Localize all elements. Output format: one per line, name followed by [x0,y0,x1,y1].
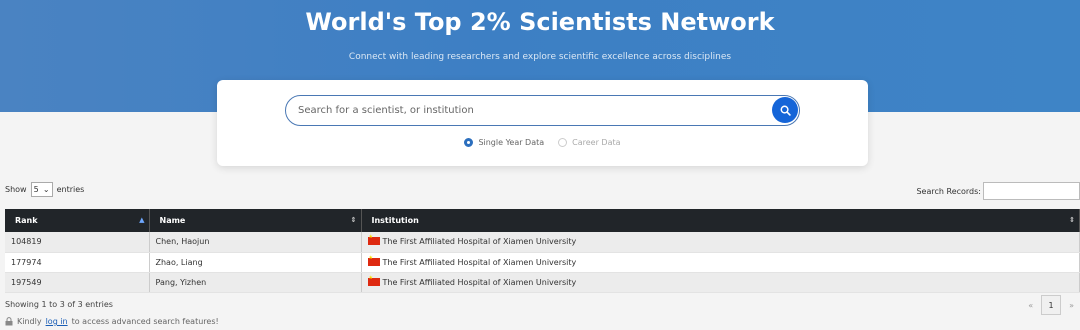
radio-single-year-label: Single Year Data [478,138,545,147]
login-link[interactable]: log in [46,317,68,326]
entries-select[interactable]: 5 ⌄ [30,182,53,197]
radio-single-year[interactable]: Single Year Data [464,138,544,147]
login-notice: Kindly log in to access advanced search … [5,317,219,326]
china-flag-icon [367,275,380,286]
table-row[interactable]: 177974 Zhao, Liang The First Affiliated … [5,252,1080,273]
institution-label: The First Affiliated Hospital of Xiamen … [382,277,577,287]
data-type-options: Single Year Data Career Data [217,138,868,147]
cell-rank: 197549 [5,272,150,293]
china-flag-icon [367,234,380,246]
entries-label: entries [56,185,85,194]
search-records: Search Records: [916,182,1080,200]
login-prefix: Kindly [17,317,42,326]
institution-label: The First Affiliated Hospital of Xiamen … [382,237,577,247]
search-box[interactable] [285,95,800,126]
table-controls: Show 5 ⌄ entries Search Records: [5,182,1080,200]
show-label: Show [5,185,27,194]
column-header-rank-label: Rank [15,216,38,225]
radio-unselected-icon[interactable] [558,138,568,147]
pagination-prev[interactable]: « [1028,301,1033,310]
column-header-institution[interactable]: Institution ⇕ [361,209,1080,232]
column-header-institution-label: Institution [371,216,419,225]
cell-institution: The First Affiliated Hospital of Xiamen … [361,272,1080,293]
china-flag-icon [367,255,380,266]
pagination-next[interactable]: » [1069,301,1074,310]
results-table: Rank ▲ Name ⇕ Institution ⇕ 104819 Chen,… [5,209,1080,293]
search-card: Single Year Data Career Data [217,80,868,166]
search-icon [780,105,791,116]
pagination: « 1 » [1028,295,1074,315]
institution-label: The First Affiliated Hospital of Xiamen … [382,257,577,267]
sort-icon: ⇕ [350,216,357,224]
cell-name: Chen, Haojun [149,232,362,253]
column-header-rank[interactable]: Rank ▲ [5,209,150,232]
table-row[interactable]: 104819 Chen, Haojun The First Affiliated… [5,232,1080,253]
login-suffix: to access advanced search features! [71,317,219,326]
table-row[interactable]: 197549 Pang, Yizhen The First Affiliated… [5,272,1080,293]
cell-rank: 104819 [5,232,150,253]
cell-name: Zhao, Liang [149,252,362,273]
entries-length: Show 5 ⌄ entries [5,182,84,197]
page-title: World's Top 2% Scientists Network [305,8,775,36]
table-info: Showing 1 to 3 of 3 entries [5,300,113,309]
search-records-input[interactable] [983,182,1080,200]
cell-institution: The First Affiliated Hospital of Xiamen … [361,232,1080,253]
page-subtitle: Connect with leading researchers and exp… [348,52,732,62]
lock-icon [5,317,13,326]
radio-selected-icon[interactable] [464,138,474,147]
sort-icon: ⇕ [1069,216,1075,224]
cell-institution: The First Affiliated Hospital of Xiamen … [361,252,1080,273]
chevron-down-icon: ⌄ [42,185,50,194]
cell-rank: 177974 [5,252,150,273]
radio-career[interactable]: Career Data [558,138,621,147]
radio-career-label: Career Data [572,138,621,147]
column-header-name[interactable]: Name ⇕ [149,209,362,232]
search-records-label: Search Records: [916,186,981,196]
sort-asc-icon: ▲ [139,216,145,224]
search-input[interactable] [298,96,768,124]
pagination-page-1[interactable]: 1 [1041,295,1062,315]
entries-value: 5 [33,185,39,194]
cell-name: Pang, Yizhen [149,272,362,293]
search-button[interactable] [772,97,798,123]
column-header-name-label: Name [159,216,186,225]
